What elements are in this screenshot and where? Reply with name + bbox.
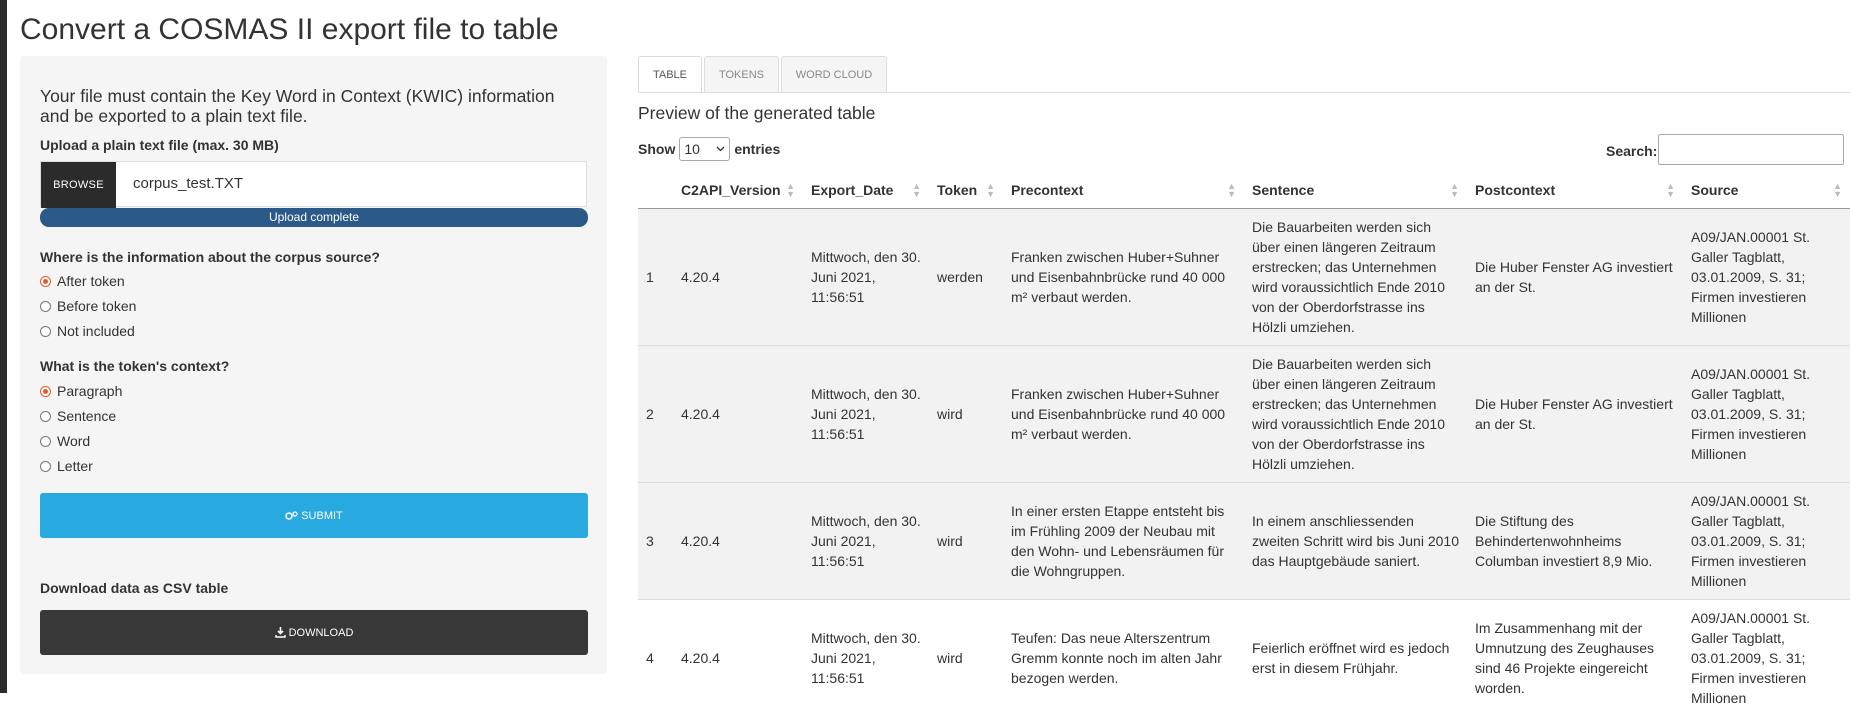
sort-icon: ▲▼ xyxy=(1666,182,1675,198)
table-cell: Die Huber Fenster AG investiert an der S… xyxy=(1467,346,1683,483)
uploaded-filename: corpus_test.TXT xyxy=(133,175,243,192)
table-cell: Franken zwischen Huber+Suhner und Eisenb… xyxy=(1003,346,1244,483)
table-cell: In einer ersten Etappe entsteht bis im F… xyxy=(1003,483,1244,600)
table-cell: A09/JAN.00001 St. Galler Tagblatt, 03.01… xyxy=(1683,209,1850,346)
window-edge xyxy=(0,0,7,693)
intro-text: Your file must contain the Key Word in C… xyxy=(40,86,580,126)
radio-not-included[interactable]: Not included xyxy=(40,323,135,339)
chevron-down-icon xyxy=(716,146,725,152)
radio-unchecked-icon xyxy=(40,461,51,472)
page-title: Convert a COSMAS II export file to table xyxy=(20,6,559,54)
radio-after-token[interactable]: After token xyxy=(40,273,125,289)
entries-length-control: Show 10 entries xyxy=(638,137,780,161)
column-header-sentence[interactable]: Sentence▲▼ xyxy=(1244,172,1467,209)
table-cell: Die Bauarbeiten werden sich über einen l… xyxy=(1244,346,1467,483)
table-cell: Franken zwischen Huber+Suhner und Eisenb… xyxy=(1003,209,1244,346)
column-header-postcontext[interactable]: Postcontext▲▼ xyxy=(1467,172,1683,209)
table-cell: 3 xyxy=(638,483,673,600)
table-cell: A09/JAN.00001 St. Galler Tagblatt, 03.01… xyxy=(1683,346,1850,483)
sort-icon: ▲▼ xyxy=(1450,182,1459,198)
column-header-precontext[interactable]: Precontext▲▼ xyxy=(1003,172,1244,209)
table-cell: Mittwoch, den 30. Juni 2021, 11:56:51 xyxy=(803,600,929,716)
table-cell: 4 xyxy=(638,600,673,716)
radio-sentence[interactable]: Sentence xyxy=(40,408,116,424)
table-cell: 1 xyxy=(638,209,673,346)
column-header-c2api-version[interactable]: C2API_Version▲▼ xyxy=(673,172,803,209)
column-header-index xyxy=(638,172,673,209)
tab-table[interactable]: TABLE xyxy=(638,56,702,93)
table-cell: Mittwoch, den 30. Juni 2021, 11:56:51 xyxy=(803,483,929,600)
table-row[interactable]: 2 4.20.4 Mittwoch, den 30. Juni 2021, 11… xyxy=(638,346,1850,483)
table-cell: 2 xyxy=(638,346,673,483)
radio-paragraph[interactable]: Paragraph xyxy=(40,383,122,399)
download-label: Download data as CSV table xyxy=(40,580,228,596)
download-button[interactable]: DOWNLOAD xyxy=(40,610,588,655)
table-cell: Teufen: Das neue Alterszentrum Gremm kon… xyxy=(1003,600,1244,716)
submit-button[interactable]: SUBMIT xyxy=(40,493,588,538)
table-cell: 4.20.4 xyxy=(673,483,803,600)
results-table: C2API_Version▲▼ Export_Date▲▼ Token▲▼ Pr… xyxy=(638,172,1850,716)
upload-progress-bar: Upload complete xyxy=(40,208,588,227)
download-icon xyxy=(275,627,286,638)
table-cell: Die Bauarbeiten werden sich über einen l… xyxy=(1244,209,1467,346)
table-cell: wird xyxy=(929,600,1003,716)
radio-checked-icon xyxy=(40,276,51,287)
table-cell: Im Zusammenhang mit der Umnutzung des Ze… xyxy=(1467,600,1683,716)
search-label: Search: xyxy=(1606,143,1657,159)
radio-letter[interactable]: Letter xyxy=(40,458,93,474)
radio-checked-icon xyxy=(40,386,51,397)
table-header-row: C2API_Version▲▼ Export_Date▲▼ Token▲▼ Pr… xyxy=(638,172,1850,209)
radio-unchecked-icon xyxy=(40,436,51,447)
search-input[interactable] xyxy=(1658,134,1844,165)
sort-icon: ▲▼ xyxy=(1227,182,1236,198)
table-cell: werden xyxy=(929,209,1003,346)
sort-icon: ▲▼ xyxy=(986,182,995,198)
table-cell: wird xyxy=(929,483,1003,600)
preview-title: Preview of the generated table xyxy=(638,103,875,124)
radio-word[interactable]: Word xyxy=(40,433,90,449)
sort-icon: ▲▼ xyxy=(912,182,921,198)
file-upload-field[interactable]: BROWSE corpus_test.TXT xyxy=(40,161,587,207)
table-cell: Die Huber Fenster AG investiert an der S… xyxy=(1467,209,1683,346)
radio-before-token[interactable]: Before token xyxy=(40,298,136,314)
column-header-token[interactable]: Token▲▼ xyxy=(929,172,1003,209)
entries-select[interactable]: 10 xyxy=(679,137,730,161)
upload-label: Upload a plain text file (max. 30 MB) xyxy=(40,137,279,153)
table-cell: 4.20.4 xyxy=(673,600,803,716)
table-cell: Mittwoch, den 30. Juni 2021, 11:56:51 xyxy=(803,209,929,346)
gears-icon xyxy=(285,511,298,521)
tab-word-cloud[interactable]: WORD CLOUD xyxy=(781,56,887,93)
column-header-source[interactable]: Source▲▼ xyxy=(1683,172,1850,209)
show-label: Show xyxy=(638,141,675,157)
table-cell: Die Stiftung des Behindertenwohnheims Co… xyxy=(1467,483,1683,600)
sort-icon: ▲▼ xyxy=(1833,182,1842,198)
table-cell: Feierlich eröffnet wird es jedoch erst i… xyxy=(1244,600,1467,716)
table-cell: A09/JAN.00001 St. Galler Tagblatt, 03.01… xyxy=(1683,483,1850,600)
table-cell: In einem anschliessenden zweiten Schritt… xyxy=(1244,483,1467,600)
radio-unchecked-icon xyxy=(40,411,51,422)
source-question-label: Where is the information about the corpu… xyxy=(40,249,380,265)
browse-button[interactable]: BROWSE xyxy=(41,162,116,208)
table-cell: A09/JAN.00001 St. Galler Tagblatt, 03.01… xyxy=(1683,600,1850,716)
sort-icon: ▲▼ xyxy=(786,182,795,198)
table-cell: 4.20.4 xyxy=(673,346,803,483)
table-cell: wird xyxy=(929,346,1003,483)
table-cell: 4.20.4 xyxy=(673,209,803,346)
table-row[interactable]: 3 4.20.4 Mittwoch, den 30. Juni 2021, 11… xyxy=(638,483,1850,600)
table-row[interactable]: 4 4.20.4 Mittwoch, den 30. Juni 2021, 11… xyxy=(638,600,1850,716)
column-header-export-date[interactable]: Export_Date▲▼ xyxy=(803,172,929,209)
tab-divider xyxy=(638,92,1850,93)
table-row[interactable]: 1 4.20.4 Mittwoch, den 30. Juni 2021, 11… xyxy=(638,209,1850,346)
context-question-label: What is the token's context? xyxy=(40,358,229,374)
entries-label: entries xyxy=(734,141,780,157)
tab-tokens[interactable]: TOKENS xyxy=(704,56,779,93)
table-cell: Mittwoch, den 30. Juni 2021, 11:56:51 xyxy=(803,346,929,483)
radio-unchecked-icon xyxy=(40,326,51,337)
radio-unchecked-icon xyxy=(40,301,51,312)
